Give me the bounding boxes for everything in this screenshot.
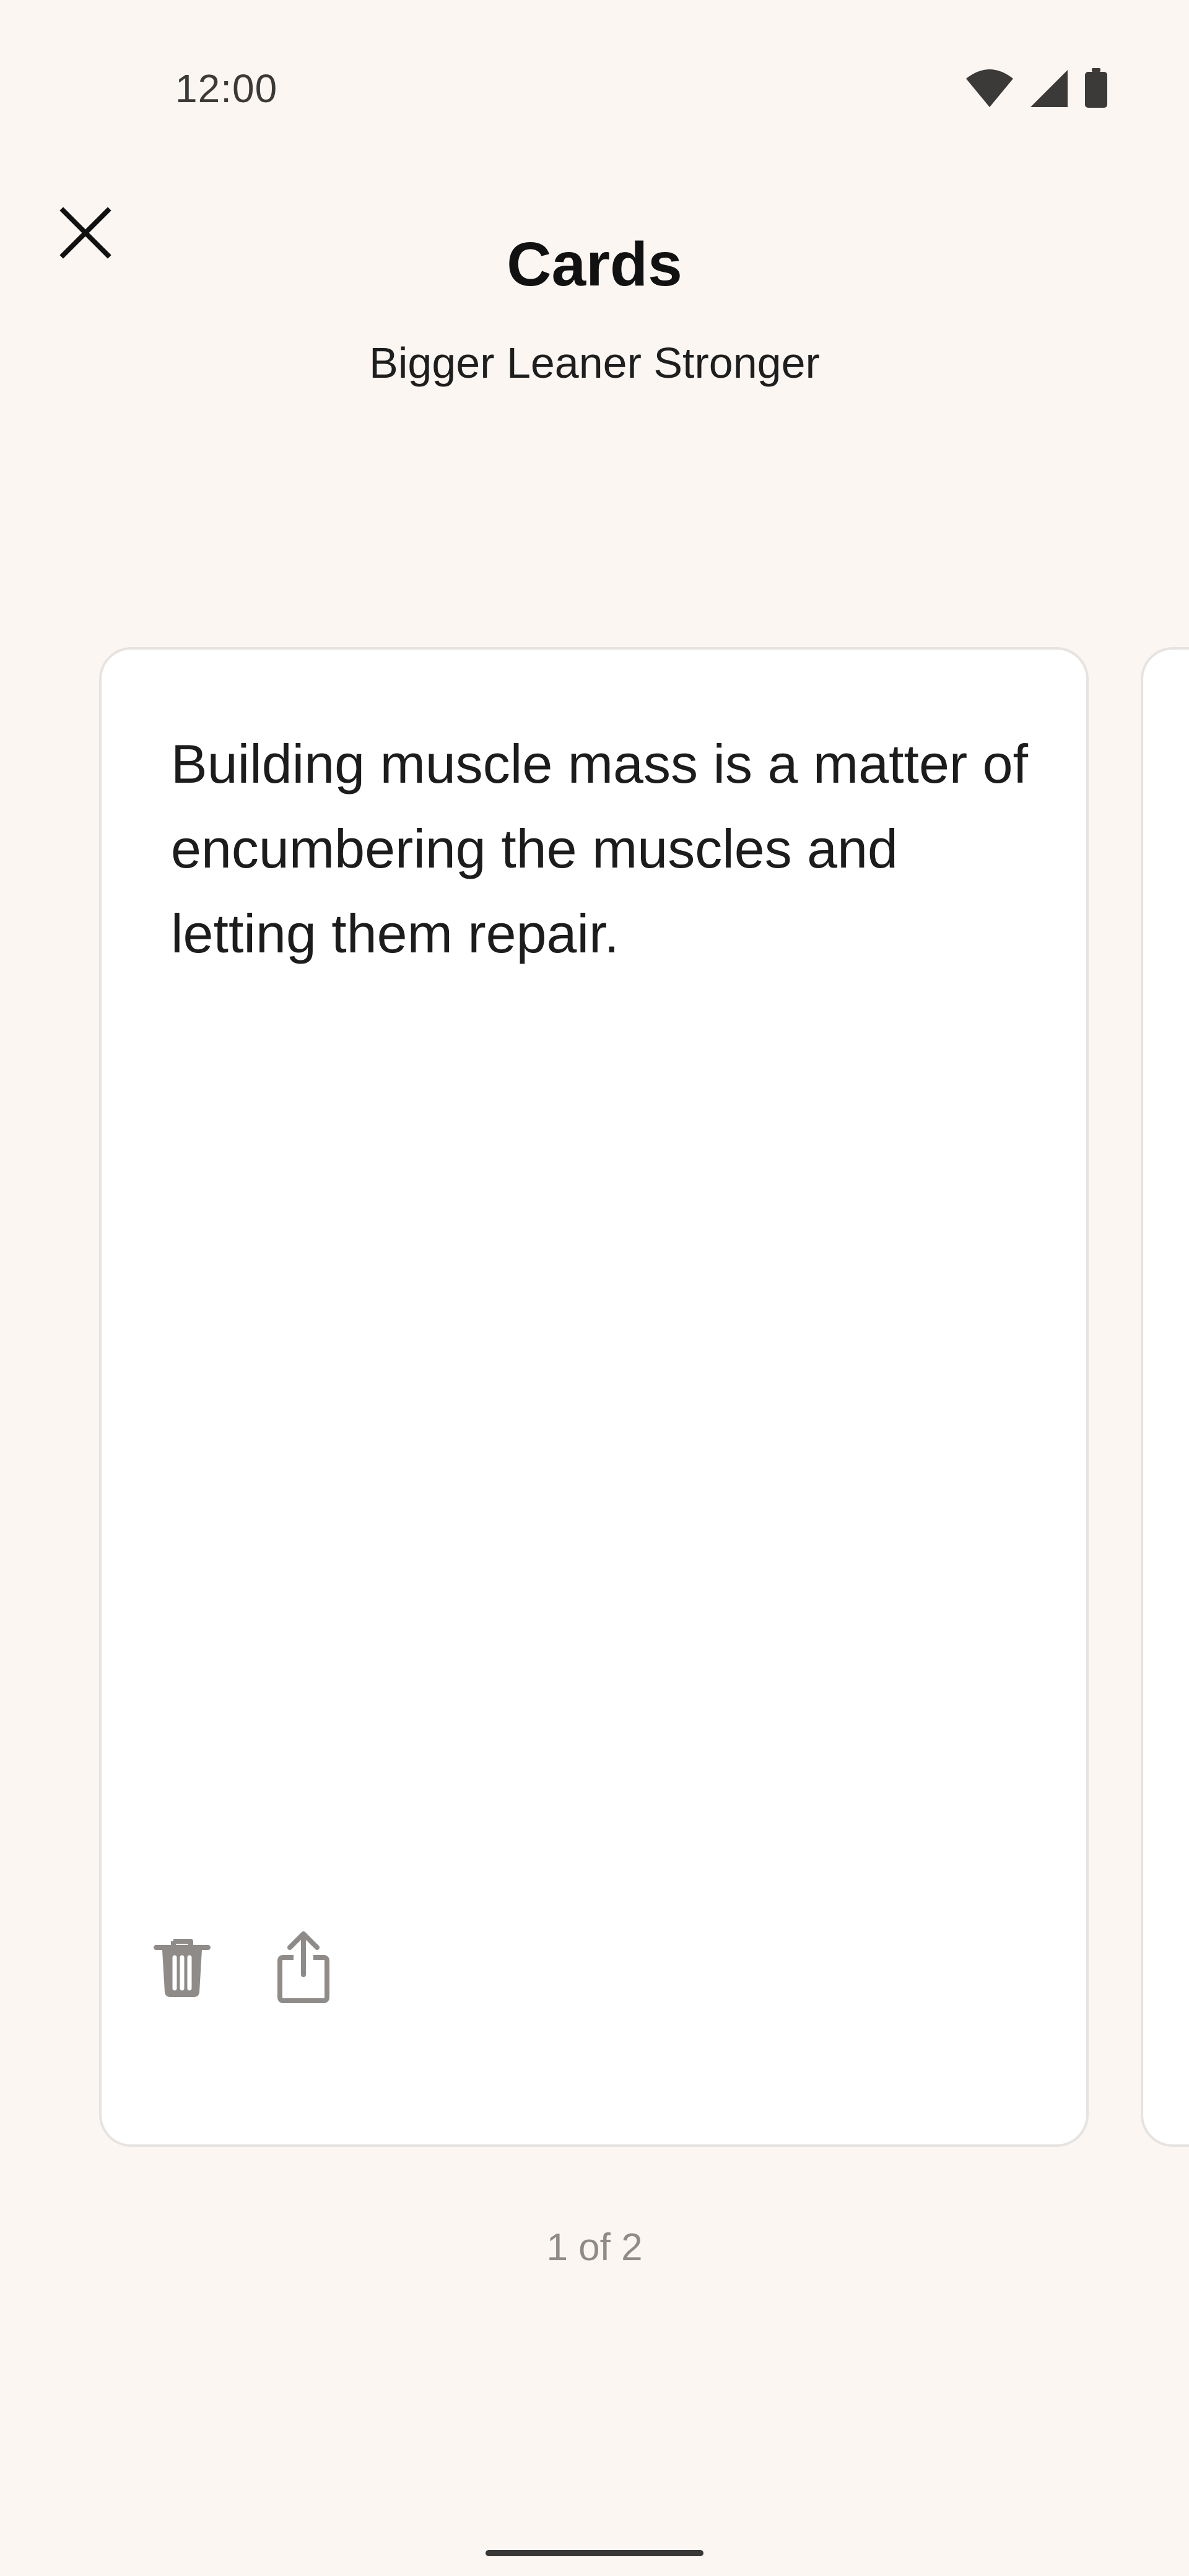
home-indicator[interactable] [486,2550,703,2556]
status-icons [965,68,1108,112]
page-title: Cards [507,230,682,299]
next-card-peek[interactable] [1141,647,1189,2147]
delete-button[interactable] [145,1925,219,2012]
battery-icon [1084,68,1108,112]
share-icon [277,1930,329,2008]
page-subtitle: Bigger Leaner Stronger [369,339,820,387]
status-bar: 12:00 [0,0,1189,180]
status-time: 12:00 [175,66,278,111]
card-text: Building muscle mass is a matter of encu… [171,733,1029,964]
page-indicator: 1 of 2 [546,2226,643,2269]
trash-icon [152,1935,212,2003]
wifi-icon [965,69,1014,111]
share-button[interactable] [266,1925,341,2012]
cellular-signal-icon [1029,69,1069,111]
highlight-card[interactable]: Building muscle mass is a matter of encu… [99,647,1089,2147]
cards-screen: 12:00 Cards Bigger Leaner Stronger Build… [0,0,1189,2576]
